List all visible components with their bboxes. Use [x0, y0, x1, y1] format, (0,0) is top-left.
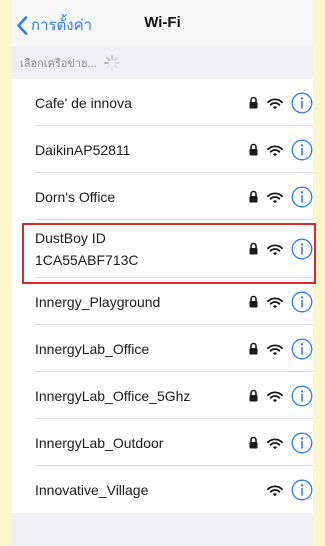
- lock-icon: [249, 96, 258, 114]
- info-icon[interactable]: [291, 479, 313, 506]
- network-row[interactable]: InnergyLab_Outdoor: [12, 419, 313, 466]
- info-icon[interactable]: [291, 92, 313, 119]
- back-button[interactable]: การตั้งค่า: [16, 13, 92, 37]
- wifi-signal-icon: [267, 97, 283, 115]
- wifi-signal-icon: [267, 437, 283, 455]
- network-name-line: Dorn's Office: [35, 188, 116, 205]
- section-label: เลือกเครือข่าย...: [20, 57, 97, 70]
- network-name-line: InnergyLab_Office: [35, 340, 150, 357]
- network-name-line: Innovative_Village: [35, 481, 149, 498]
- wifi-settings-screen: การตั้งค่า Wi-Fi เลือกเครือข่าย... Cafe'…: [12, 0, 313, 546]
- wifi-signal-icon: [267, 390, 283, 408]
- wifi-signal-icon: [267, 243, 283, 261]
- wifi-signal-icon: [267, 484, 283, 502]
- wifi-signal-icon: [267, 296, 283, 314]
- network-row[interactable]: Dorn's Office: [12, 173, 313, 220]
- network-row[interactable]: Cafe' de innova: [12, 79, 313, 126]
- network-list: Cafe' de innova DaikinAP52811 Dorn's Offic…: [12, 79, 313, 513]
- network-name-line: InnergyLab_Outdoor: [35, 434, 164, 451]
- network-name: Cafe' de innova: [35, 92, 132, 114]
- network-row[interactable]: InnergyLab_Office: [12, 325, 313, 372]
- network-name: Innovative_Village: [35, 479, 148, 501]
- lock-icon: [249, 389, 258, 407]
- network-name-line: 1CA55ABF713C: [35, 252, 139, 268]
- section-header: เลือกเครือข่าย...: [12, 46, 313, 79]
- network-name: Innergy_Playground: [35, 291, 160, 313]
- lock-icon: [249, 143, 258, 161]
- lock-icon: [249, 436, 258, 454]
- wifi-signal-icon: [267, 191, 283, 209]
- info-icon[interactable]: [291, 139, 313, 166]
- info-icon[interactable]: [291, 238, 313, 265]
- network-name: DustBoy ID 1CA55ABF713C: [35, 227, 139, 271]
- info-icon[interactable]: [291, 291, 313, 318]
- loading-spinner-icon: [103, 54, 120, 71]
- network-row[interactable]: DustBoy ID 1CA55ABF713C: [12, 220, 313, 278]
- lock-icon: [249, 242, 258, 260]
- navigation-bar: การตั้งค่า Wi-Fi: [12, 0, 313, 46]
- back-button-label: การตั้งค่า: [31, 17, 93, 34]
- info-icon[interactable]: [291, 338, 313, 365]
- lock-icon: [249, 295, 258, 313]
- network-row[interactable]: Innergy_Playground: [12, 278, 313, 325]
- network-name-line: DaikinAP52811: [35, 141, 131, 158]
- chevron-left-icon: [17, 15, 28, 35]
- network-name: DaikinAP52811: [35, 139, 130, 161]
- info-icon[interactable]: [291, 186, 313, 213]
- wifi-signal-icon: [267, 144, 283, 162]
- lock-icon: [249, 190, 258, 208]
- lock-icon: [249, 342, 258, 360]
- network-name: InnergyLab_Office_5Ghz: [35, 385, 190, 407]
- network-row[interactable]: InnergyLab_Office_5Ghz: [12, 372, 313, 419]
- network-row[interactable]: Innovative_Village: [12, 466, 313, 513]
- network-name-line: Innergy_Playground: [35, 293, 161, 310]
- network-name: InnergyLab_Outdoor: [35, 432, 163, 454]
- info-icon[interactable]: [291, 385, 313, 412]
- network-name-line: DustBoy ID: [35, 230, 106, 246]
- info-icon[interactable]: [291, 432, 313, 459]
- network-row[interactable]: DaikinAP52811: [12, 126, 313, 173]
- network-name: InnergyLab_Office: [35, 338, 149, 360]
- network-name: Dorn's Office: [35, 186, 115, 208]
- network-name-line: InnergyLab_Office_5Ghz: [35, 387, 191, 404]
- wifi-signal-icon: [267, 343, 283, 361]
- network-name-line: Cafe' de innova: [35, 94, 132, 111]
